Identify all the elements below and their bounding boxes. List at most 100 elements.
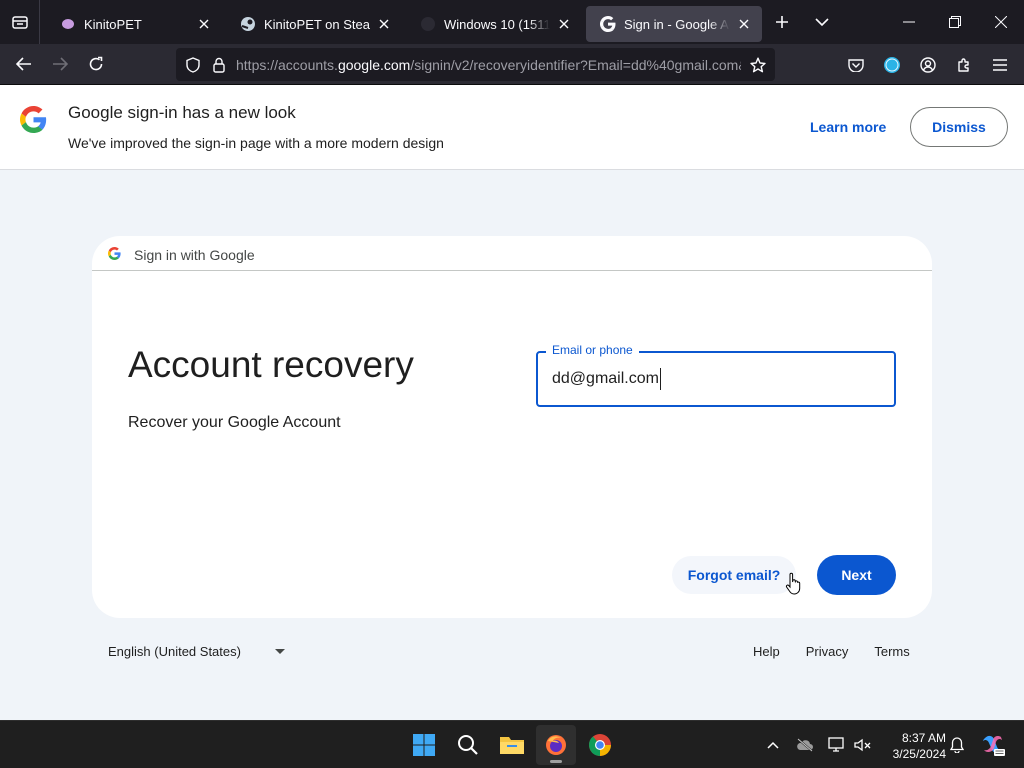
minimize-button[interactable]: [886, 0, 932, 44]
learn-more-link[interactable]: Learn more: [810, 119, 886, 135]
close-tab-icon[interactable]: [196, 16, 212, 32]
language-label: English (United States): [108, 644, 241, 659]
account-icon: [920, 56, 936, 73]
forgot-email-button[interactable]: Forgot email?: [672, 556, 796, 594]
network-tray-button[interactable]: [826, 721, 848, 768]
tab-steam[interactable]: KinitoPET on Steam: [226, 6, 402, 42]
search-button[interactable]: [448, 725, 488, 765]
page-favicon-icon: [420, 16, 436, 32]
tab-title: KinitoPET on Steam: [264, 16, 370, 32]
footer-links: Help Privacy Terms: [740, 644, 923, 659]
url-path: /signin/v2/recoveryidentifier?Email=dd%4…: [410, 56, 741, 73]
tab-windows-10[interactable]: Windows 10 (1511 - No: [406, 6, 582, 42]
plus-icon: [776, 16, 788, 28]
minimize-icon: [903, 21, 915, 23]
start-button[interactable]: [404, 725, 444, 765]
chevron-up-icon: [767, 741, 779, 749]
language-selector[interactable]: English (United States): [108, 644, 285, 659]
active-app-indicator: [550, 760, 562, 763]
email-input[interactable]: [538, 353, 894, 405]
new-tab-button[interactable]: [762, 0, 802, 44]
list-all-tabs-button[interactable]: [0, 0, 40, 44]
pocket-icon: [848, 58, 864, 72]
tab-kinitopet[interactable]: KinitoPET: [46, 6, 222, 42]
clock-time: 8:37 AM: [901, 731, 946, 745]
taskbar: 8:37 AM 3/25/2024: [0, 720, 1024, 768]
help-link[interactable]: Help: [753, 644, 780, 659]
bookmark-star-icon[interactable]: [741, 48, 775, 81]
window-controls: [886, 0, 1024, 44]
extension-globe-button[interactable]: [874, 49, 910, 81]
pocket-button[interactable]: [838, 49, 874, 81]
clock-date: 3/25/2024: [892, 747, 946, 761]
close-tab-icon[interactable]: [556, 16, 572, 32]
extensions-button[interactable]: [946, 49, 982, 81]
google-small-logo-icon: [108, 247, 121, 265]
network-icon: [828, 737, 844, 752]
show-hidden-icons-button[interactable]: [762, 721, 784, 768]
tab-title: KinitoPET: [84, 16, 142, 32]
chrome-button[interactable]: [580, 725, 620, 765]
copilot-button[interactable]: [978, 721, 1008, 768]
close-icon: [995, 16, 1007, 28]
text-caret: [660, 368, 661, 390]
page-subtitle: Recover your Google Account: [128, 414, 341, 431]
kinitopet-favicon-icon: [60, 16, 76, 32]
lock-icon[interactable]: [206, 48, 232, 81]
app-menu-button[interactable]: [982, 49, 1018, 81]
tab-list-icon: [11, 16, 28, 29]
copilot-icon: [983, 735, 1005, 756]
navigation-toolbar: https://accounts.google.com/signin/v2/re…: [0, 44, 1024, 85]
url-bar[interactable]: https://accounts.google.com/signin/v2/re…: [176, 48, 775, 81]
firefox-button[interactable]: [536, 725, 576, 765]
file-explorer-button[interactable]: [492, 725, 532, 765]
volume-muted-icon: [854, 738, 871, 752]
back-button[interactable]: [6, 48, 42, 80]
tab-overflow-button[interactable]: [802, 0, 842, 44]
extension-globe-icon: [884, 56, 900, 73]
sign-in-card: Sign in with Google Account recovery Rec…: [92, 236, 932, 618]
url-text[interactable]: https://accounts.google.com/signin/v2/re…: [232, 57, 741, 73]
banner-title: Google sign-in has a new look: [68, 103, 296, 122]
close-window-button[interactable]: [978, 0, 1024, 44]
onedrive-tray-button[interactable]: [794, 721, 816, 768]
close-tab-icon[interactable]: [736, 16, 752, 32]
hamburger-menu-icon: [993, 58, 1007, 71]
toolbar-actions: [838, 44, 1018, 85]
tracking-protection-icon[interactable]: [180, 48, 206, 81]
hand-pointer-icon: [785, 572, 801, 601]
google-favicon-icon: [600, 16, 616, 32]
dropdown-arrow-icon: [274, 649, 285, 654]
chrome-icon: [589, 734, 611, 756]
tab-google-sign-in[interactable]: Sign in - Google Accou: [586, 6, 762, 42]
chevron-down-icon: [815, 18, 829, 27]
tab-title: Windows 10 (1511 - No: [444, 16, 550, 32]
account-button[interactable]: [910, 49, 946, 81]
restore-button[interactable]: [932, 0, 978, 44]
close-tab-icon[interactable]: [376, 16, 392, 32]
email-field: Email or phone: [536, 343, 896, 407]
reload-button[interactable]: [78, 48, 114, 80]
puzzle-icon: [958, 57, 969, 72]
banner-subtitle: We've improved the sign-in page with a m…: [68, 135, 444, 151]
steam-favicon-icon: [240, 16, 256, 32]
restore-icon: [949, 16, 961, 28]
forward-button[interactable]: [42, 48, 78, 80]
google-logo-icon: [20, 106, 47, 138]
terms-link[interactable]: Terms: [874, 644, 909, 659]
new-look-banner: Google sign-in has a new look We've impr…: [0, 85, 1024, 170]
dismiss-button[interactable]: Dismiss: [910, 107, 1008, 147]
next-button[interactable]: Next: [817, 555, 896, 595]
notifications-button[interactable]: [946, 721, 968, 768]
search-icon: [458, 735, 478, 755]
reload-icon: [89, 56, 103, 71]
card-header: Sign in with Google: [92, 236, 932, 271]
url-domain: google.com: [337, 56, 411, 73]
arrow-right-icon: [53, 57, 68, 71]
volume-tray-button[interactable]: [852, 721, 874, 768]
privacy-link[interactable]: Privacy: [806, 644, 849, 659]
firefox-icon: [546, 735, 566, 755]
arrow-left-icon: [16, 57, 31, 71]
system-clock[interactable]: 8:37 AM 3/25/2024: [880, 730, 946, 762]
bell-icon: [950, 737, 964, 753]
